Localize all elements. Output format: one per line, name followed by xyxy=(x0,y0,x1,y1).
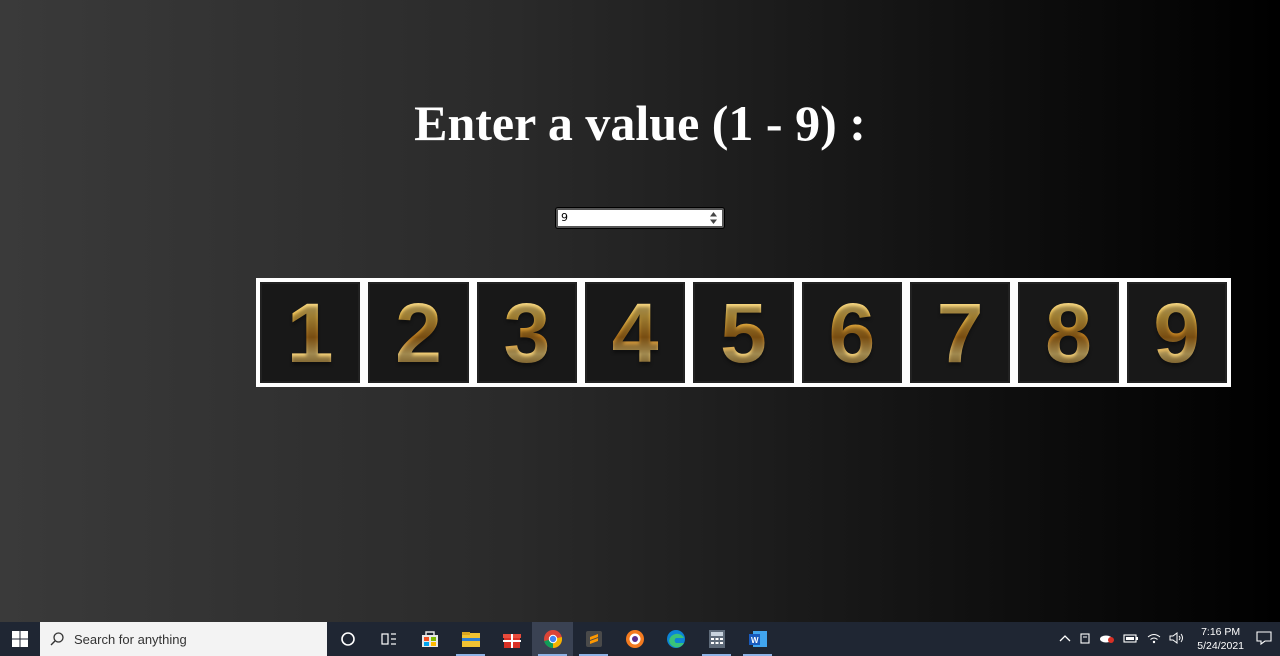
gift-app-icon xyxy=(502,634,521,648)
windows-logo-icon xyxy=(12,631,28,647)
digit-tile-label: 2 xyxy=(395,285,442,380)
word-button[interactable]: W xyxy=(737,622,778,656)
spinner-arrows-icon[interactable] xyxy=(709,211,718,225)
volume-icon[interactable] xyxy=(1169,631,1185,647)
cortana-button[interactable] xyxy=(327,622,368,656)
digit-tile-8: 8 xyxy=(1018,282,1119,383)
cortana-icon xyxy=(340,632,355,646)
digit-tile-label: 4 xyxy=(611,285,659,380)
clock-time: 7:16 PM xyxy=(1201,626,1241,638)
wifi-icon[interactable] xyxy=(1147,632,1161,647)
chevron-up-icon[interactable] xyxy=(1059,633,1071,646)
device-icon[interactable] xyxy=(1079,632,1091,647)
sublime-text-icon xyxy=(585,631,602,647)
windows-taskbar: Search for anything W 7:16 PM 5/24/2021 xyxy=(0,622,1280,656)
search-placeholder: Search for anything xyxy=(74,631,187,647)
edge-icon xyxy=(666,630,685,648)
chrome-button[interactable] xyxy=(532,622,573,656)
page-heading: Enter a value (1 - 9) : xyxy=(414,95,866,151)
digit-tile-5: 5 xyxy=(693,282,794,383)
brave-button[interactable] xyxy=(614,622,655,656)
task-view-icon xyxy=(380,633,396,645)
search-icon xyxy=(50,632,64,646)
start-button[interactable] xyxy=(0,622,40,656)
brave-icon xyxy=(625,630,644,648)
store-button[interactable] xyxy=(409,622,450,656)
file-explorer-button[interactable] xyxy=(450,622,491,656)
digit-tile-3: 3 xyxy=(476,282,577,383)
chrome-icon xyxy=(543,630,562,649)
task-view-button[interactable] xyxy=(368,622,409,656)
sublime-text-button[interactable] xyxy=(573,622,614,656)
system-tray: 7:16 PM 5/24/2021 xyxy=(1059,625,1280,653)
file-explorer-icon xyxy=(461,632,480,647)
digit-tiles-row: 1 2 3 4 5 6 7 8 9 xyxy=(256,278,1231,387)
calculator-button[interactable] xyxy=(696,622,737,656)
calculator-icon xyxy=(708,630,725,648)
value-number-input[interactable]: 9 xyxy=(556,208,724,228)
digit-tile-4: 4 xyxy=(584,282,686,383)
store-icon xyxy=(421,631,438,647)
digit-tile-label: 6 xyxy=(828,285,876,380)
taskbar-clock[interactable]: 7:16 PM 5/24/2021 xyxy=(1193,625,1248,653)
battery-icon[interactable] xyxy=(1123,633,1139,646)
digit-tile-1: 1 xyxy=(260,282,361,383)
onedrive-error-icon[interactable] xyxy=(1099,632,1115,647)
notification-center-icon[interactable] xyxy=(1256,630,1272,649)
value-number-input-text[interactable]: 9 xyxy=(561,211,568,224)
digit-tile-6: 6 xyxy=(801,282,902,383)
gift-app-button[interactable] xyxy=(491,622,532,656)
taskbar-search-box[interactable]: Search for anything xyxy=(40,622,327,656)
digit-tile-label: 1 xyxy=(286,285,334,380)
clock-date: 5/24/2021 xyxy=(1197,640,1244,652)
digit-tile-label: 3 xyxy=(503,285,551,380)
digit-tile-7: 7 xyxy=(909,282,1011,383)
digit-tile-label: 8 xyxy=(1045,285,1092,380)
digit-tile-label: 5 xyxy=(720,285,767,380)
edge-button[interactable] xyxy=(655,622,696,656)
digit-tile-2: 2 xyxy=(368,282,469,383)
digit-tile-label: 7 xyxy=(936,285,984,380)
svg-text:W: W xyxy=(751,636,759,645)
digit-tile-9: 9 xyxy=(1126,282,1227,383)
word-icon: W xyxy=(748,631,767,647)
digit-tile-label: 9 xyxy=(1153,285,1201,380)
